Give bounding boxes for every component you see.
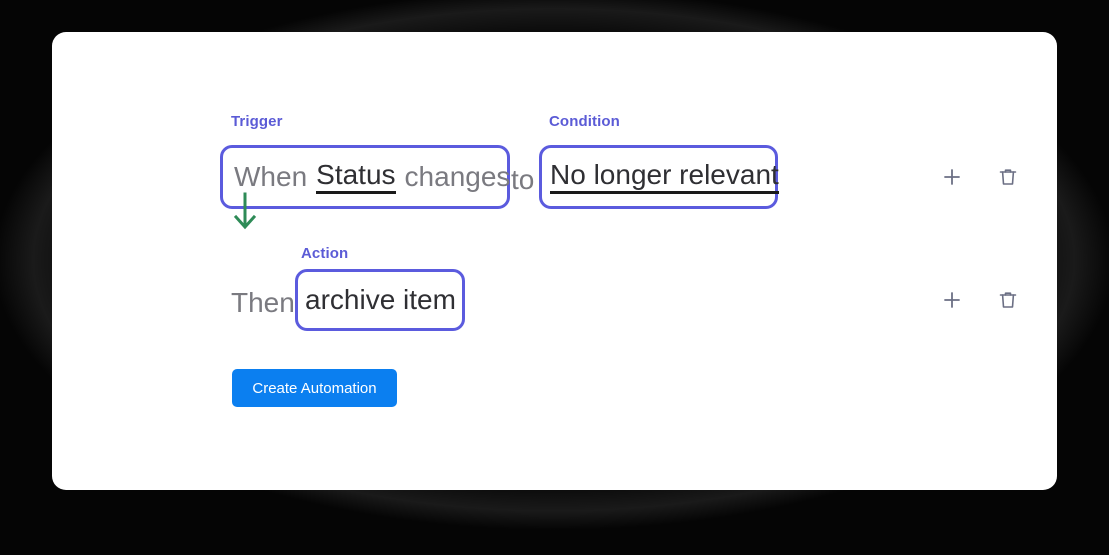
trigger-label: Trigger [231, 113, 283, 130]
plus-icon[interactable] [938, 286, 966, 314]
trigger-when-word: When [234, 161, 308, 192]
trigger-field-select[interactable]: Status [316, 159, 396, 195]
trigger-box[interactable]: When Status changes [220, 145, 510, 209]
condition-label: Condition [549, 113, 620, 130]
condition-value-select[interactable]: No longer relevant [550, 159, 779, 195]
trash-icon[interactable] [994, 286, 1022, 314]
action-box[interactable]: archive item [295, 269, 465, 331]
action-label: Action [301, 245, 349, 262]
plus-icon[interactable] [938, 163, 966, 191]
action-row-actions [938, 286, 1022, 314]
action-then-word: Then [231, 287, 295, 318]
automation-card: Trigger Condition When Status changes to… [52, 32, 1057, 490]
trigger-to-word: to [511, 164, 535, 195]
condition-box[interactable]: No longer relevant [539, 145, 779, 209]
down-arrow-icon [230, 192, 260, 232]
trigger-row-actions [938, 163, 1022, 191]
create-automation-button[interactable]: Create Automation [232, 369, 397, 407]
trigger-changes-word: changes [404, 161, 511, 192]
action-value-select[interactable]: archive item [305, 284, 456, 316]
trash-icon[interactable] [994, 163, 1022, 191]
